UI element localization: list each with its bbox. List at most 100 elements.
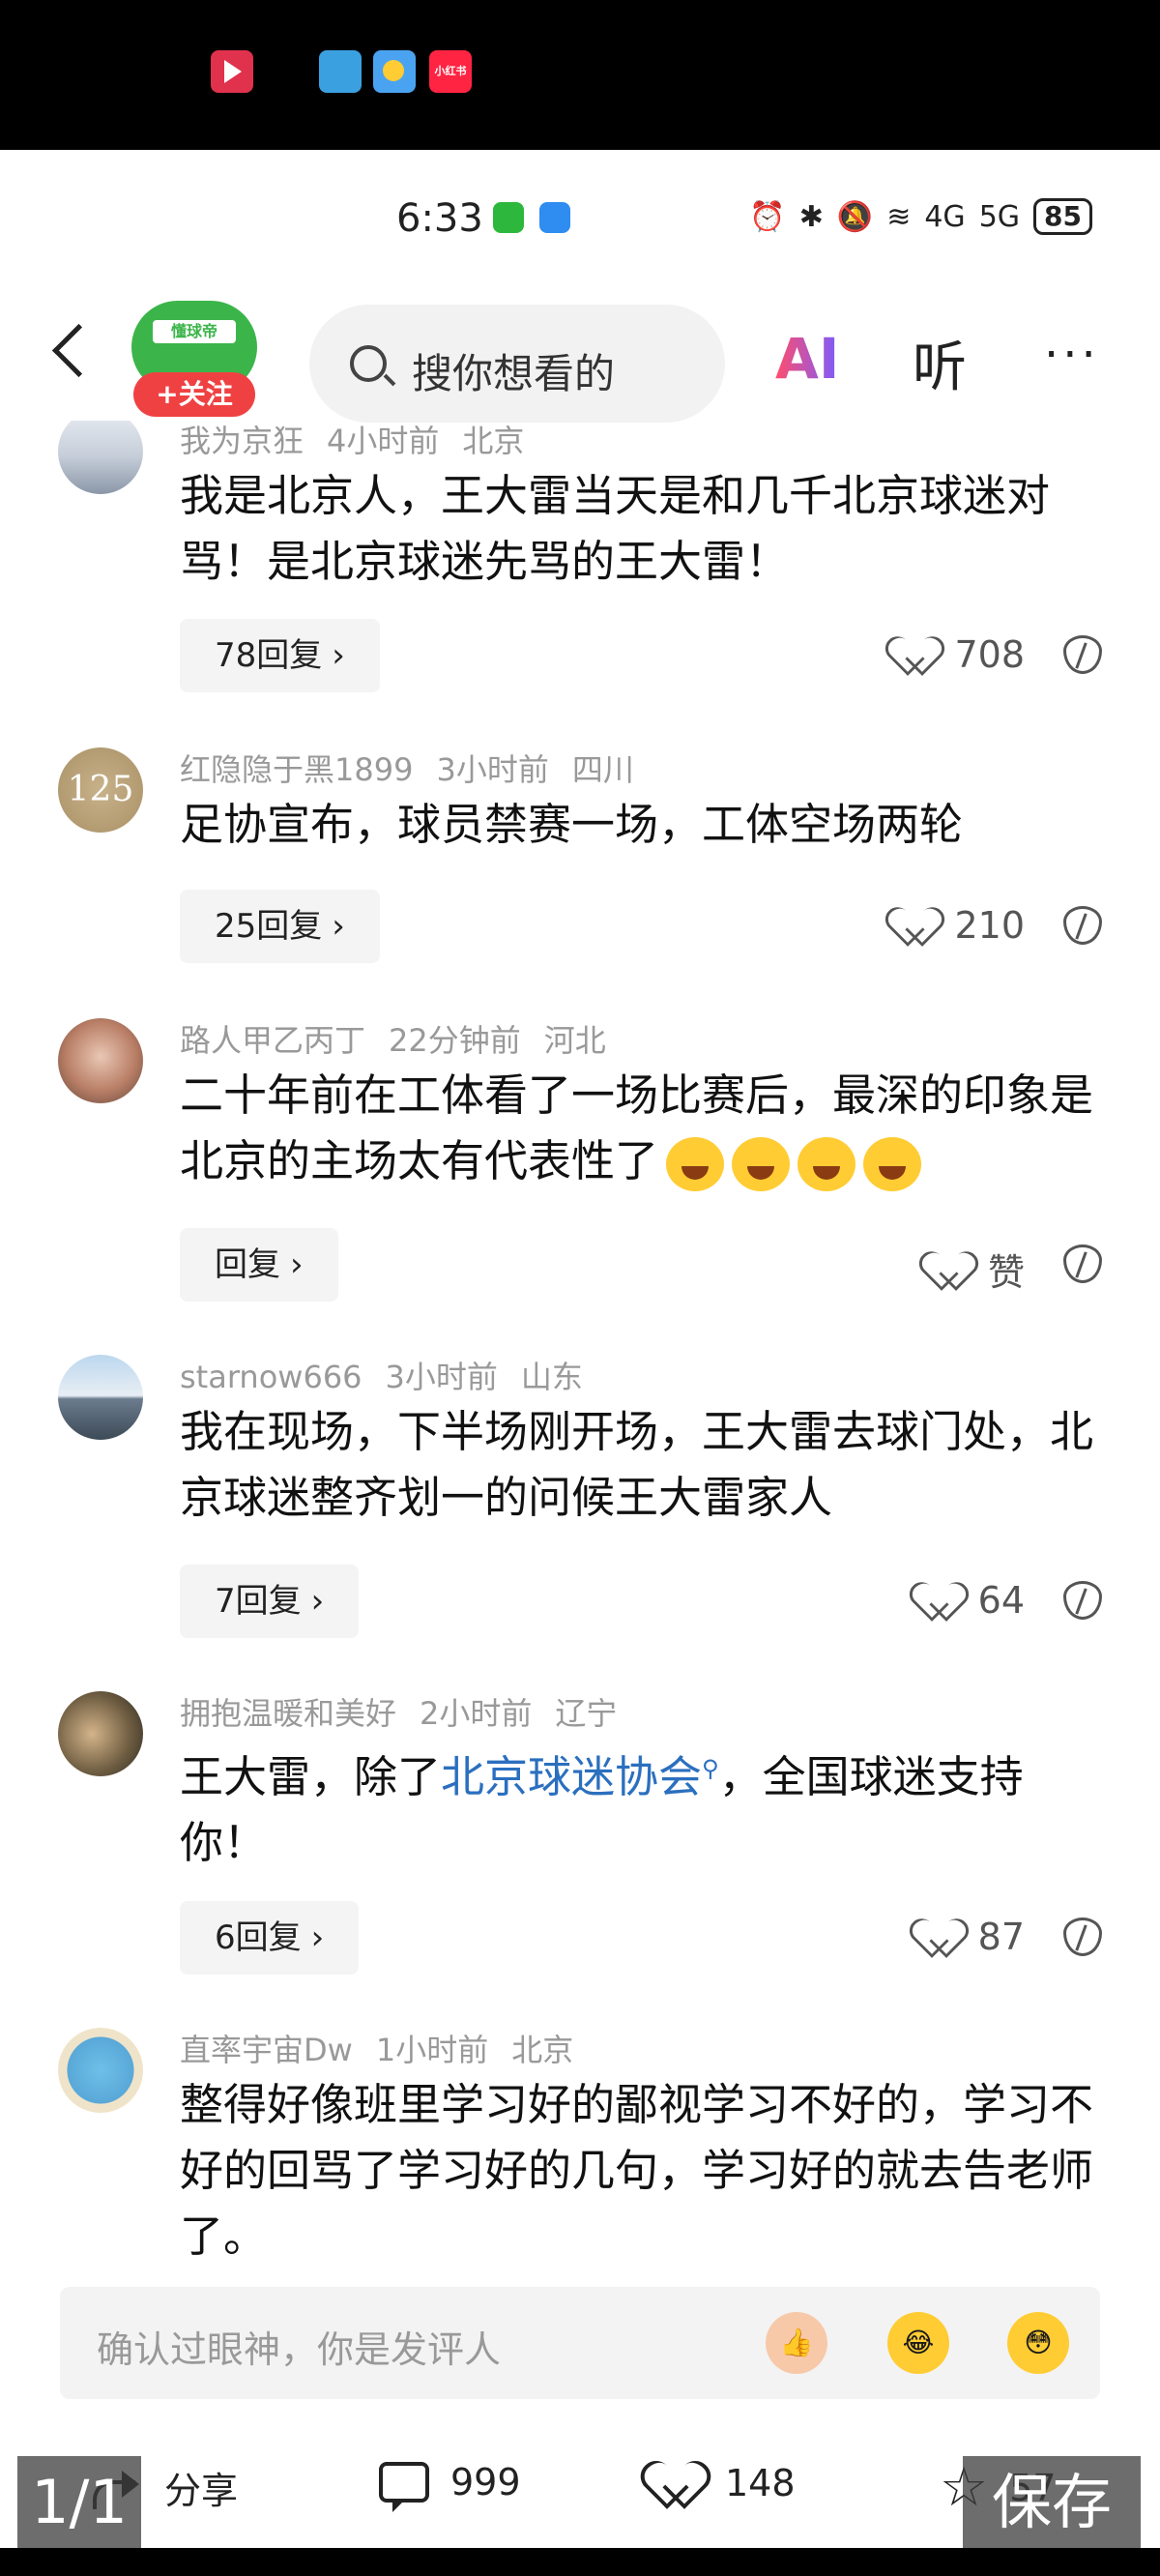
top-nav: 懂球帝 +关注 搜你想看的 AI 听 ··· (0, 285, 1160, 423)
chevron-right-icon: › (290, 1245, 304, 1284)
ai-button[interactable]: AI (775, 326, 839, 392)
reply-count-label: 7回复 (215, 1582, 302, 1621)
comment-location: 四川 (571, 751, 634, 788)
laugh-cry-emoji-icon (863, 1137, 922, 1191)
search-icon (350, 345, 387, 382)
comment-meta: 我为京狂 4小时前 北京 (180, 421, 547, 461)
like-button[interactable]: 赞 (932, 1243, 1025, 1296)
comment-input-placeholder: 确认过眼神，你是发评人 (97, 2328, 502, 2371)
like-count: 赞 (987, 1251, 1025, 1294)
comment-list[interactable]: 我为京狂 4小时前 北京 我是北京人，王大雷当天是和几千北京球迷对骂！是北京球迷先骂… (0, 421, 1160, 2428)
comment-username[interactable]: 红隐隐于黑1899 (180, 751, 413, 788)
reply-count-label: 25回复 (215, 907, 323, 946)
avatar[interactable] (58, 1691, 143, 1776)
comment-location: 河北 (543, 1022, 606, 1059)
reply-count-button[interactable]: 6回复 › (180, 1901, 360, 1975)
reply-count-button[interactable]: 回复 › (180, 1228, 338, 1302)
listen-button[interactable]: 听 (913, 324, 967, 402)
comment-location: 辽宁 (555, 1695, 618, 1732)
comment-username[interactable]: 我为京狂 (180, 423, 304, 459)
avatar[interactable]: 125 (58, 747, 143, 833)
comment-time: 4小时前 (327, 423, 440, 459)
heart-icon (922, 1919, 961, 1954)
comment-username[interactable]: 路人甲乙丙丁 (180, 1022, 365, 1059)
search-placeholder: 搜你想看的 (412, 350, 616, 397)
like-button[interactable]: 210 (898, 904, 1025, 947)
thumbs-up-emoji-icon[interactable]: 👍 (766, 2312, 827, 2374)
comment-text-content: 二十年前在工体看了一场比赛后，最深的印象是北京的主场太有代表性了 (180, 1069, 1094, 1186)
comment-count: 999 (450, 2461, 521, 2503)
comment-meta: 直率宇宙Dw 1小时前 北京 (180, 2026, 596, 2070)
channel-badge: 懂球帝 (153, 320, 236, 343)
like-count: 87 (977, 1916, 1025, 1958)
phone-screen: 6:33 ⏰ ✱ 🔕 ≋ 4G 5G 85 懂球帝 +关注 搜你想看的 AI 听… (0, 150, 1160, 2548)
comment-time: 2小时前 (420, 1695, 533, 1732)
heart-icon (922, 1583, 961, 1618)
comment-username[interactable]: 直率宇宙Dw (180, 2032, 353, 2068)
outer-bottom-bar (0, 2548, 1160, 2576)
reply-count-label: 6回复 (215, 1918, 302, 1957)
comment-username[interactable]: 拥抱温暖和美好 (180, 1695, 396, 1732)
comment-text: 二十年前在工体看了一场比赛后，最深的印象是北京的主场太有代表性了 (180, 1063, 1108, 1194)
back-icon[interactable] (46, 322, 95, 380)
comment-text: 整得好像班里学习好的鄙视学习不好的，学习不好的回骂了学习好的几句，学习好的就去告… (180, 2079, 1094, 2262)
chevron-right-icon: › (310, 1918, 325, 1957)
like-button[interactable]: 64 (922, 1579, 1025, 1622)
laugh-cry-emoji-icon (798, 1137, 856, 1191)
search-link-icon: ⚲ (702, 1755, 719, 1782)
chevron-right-icon: › (332, 907, 345, 946)
more-menu-button[interactable]: ··· (1044, 328, 1100, 382)
comment-time: 22分钟前 (389, 1022, 521, 1059)
avatar[interactable] (58, 2028, 143, 2113)
search-bar[interactable]: 搜你想看的 (309, 305, 725, 423)
laugh-cry-emoji-icon (732, 1137, 791, 1191)
weather-app-icon (373, 50, 416, 93)
comment-location: 北京 (511, 2032, 574, 2068)
battery-indicator: 85 (1033, 198, 1092, 235)
like-button[interactable]: 708 (898, 633, 1025, 676)
reply-count-label: 78回复 (215, 636, 323, 675)
signal-5g-icon: 5G (978, 199, 1021, 234)
chevron-right-icon: › (310, 1582, 325, 1621)
alarm-icon: ⏰ (749, 199, 786, 234)
avatar[interactable] (58, 1018, 143, 1103)
video-app-icon (211, 50, 253, 93)
comment-location: 山东 (520, 1359, 583, 1395)
mute-icon: 🔕 (836, 199, 874, 234)
comment-location: 北京 (462, 423, 525, 459)
dislike-icon[interactable] (1063, 1244, 1102, 1283)
like-button[interactable]: 87 (922, 1916, 1025, 1958)
book-app-icon (319, 50, 362, 93)
shy-emoji-icon[interactable]: 😳 (1007, 2312, 1069, 2374)
comment-input[interactable]: 确认过眼神，你是发评人 👍 😂 😳 (60, 2287, 1100, 2399)
comment-icon (379, 2462, 429, 2512)
comment-username[interactable]: starnow666 (180, 1359, 362, 1395)
signal-4g-icon: 4G (924, 199, 966, 234)
reply-count-button[interactable]: 7回复 › (180, 1565, 360, 1638)
dislike-icon[interactable] (1063, 635, 1102, 674)
comment-text: 王大雷，除了北京球迷协会⚲，全国球迷支持你！ (180, 1736, 1108, 1876)
page-counter: 1/1 (17, 2456, 141, 2549)
reply-count-button[interactable]: 25回复 › (180, 890, 380, 963)
like-article-button[interactable]: 148 (653, 2461, 796, 2505)
topic-link[interactable]: 北京球迷协会 (441, 1751, 702, 1802)
comment-meta: 红隐隐于黑1899 3小时前 四川 (180, 746, 657, 790)
wifi-icon: ≋ (886, 199, 912, 234)
avatar[interactable] (58, 421, 143, 494)
wechat-notification-icon (493, 202, 524, 233)
comment-button[interactable]: 999 (379, 2461, 521, 2512)
comment-text: 我是北京人，王大雷当天是和几千北京球迷对骂！是北京球迷先骂的王大雷！ (180, 470, 1051, 587)
comment-text: 足协宣布，球员禁赛一场，工体空场两轮 (180, 799, 964, 850)
save-button[interactable]: 保存 (963, 2456, 1141, 2549)
outer-system-bar: 小红书 (0, 0, 1160, 150)
article-like-count: 148 (725, 2462, 796, 2504)
avatar[interactable] (58, 1355, 143, 1440)
follow-button[interactable]: +关注 (133, 372, 255, 417)
comment-meta: starnow666 3小时前 山东 (180, 1353, 606, 1397)
reply-count-button[interactable]: 78回复 › (180, 619, 380, 692)
comment-time: 3小时前 (385, 1359, 498, 1395)
dislike-icon[interactable] (1063, 1581, 1102, 1620)
laugh-cry-emoji-icon[interactable]: 😂 (887, 2312, 949, 2374)
dislike-icon[interactable] (1063, 1917, 1102, 1956)
dislike-icon[interactable] (1063, 906, 1102, 945)
